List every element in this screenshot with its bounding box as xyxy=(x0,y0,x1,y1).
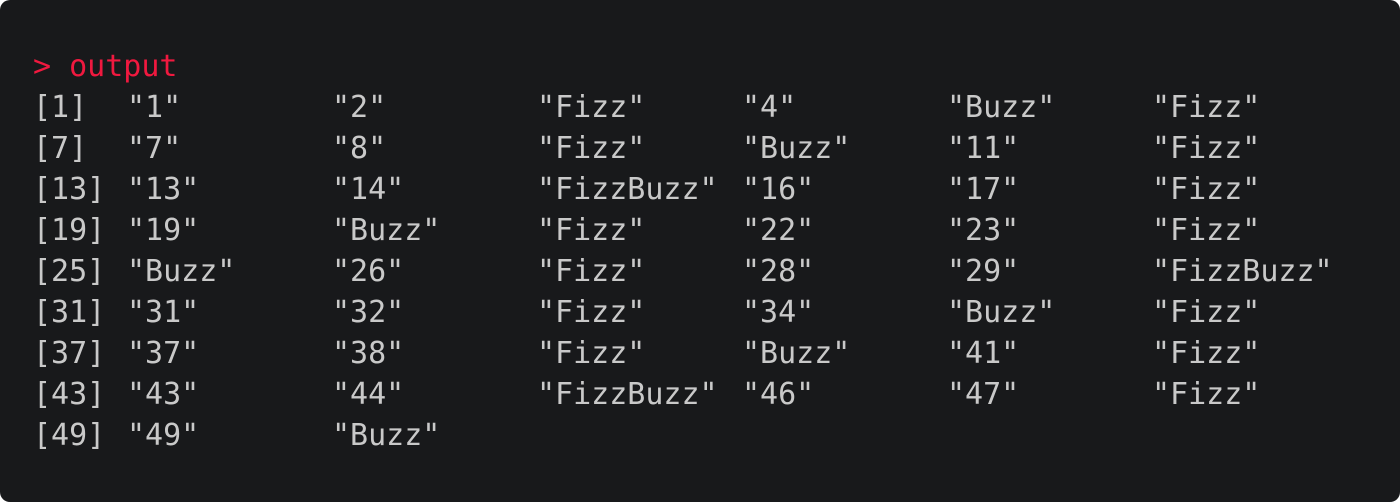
output-value: "32" xyxy=(332,295,405,330)
output-value: "1" xyxy=(127,90,182,125)
output-value: "28" xyxy=(742,254,815,289)
output-value: "22" xyxy=(742,213,815,248)
output-value: "43" xyxy=(127,377,200,412)
output-value: "Buzz" xyxy=(742,131,851,166)
output-value: "FizzBuzz" xyxy=(537,172,718,207)
output-value: "34" xyxy=(742,295,815,330)
row-index: [7] xyxy=(33,131,88,166)
output-row: [7] "7" "8" "Fizz" "Buzz" "11" "Fizz" xyxy=(33,128,1357,169)
output-row: [1] "1" "2" "Fizz" "4" "Buzz" "Fizz" xyxy=(33,87,1357,128)
row-index: [49] xyxy=(33,418,106,453)
output-value: "23" xyxy=(947,213,1020,248)
output-value: "47" xyxy=(947,377,1020,412)
output-value: "Fizz" xyxy=(1152,295,1261,330)
output-value: "31" xyxy=(127,295,200,330)
output-value: "Buzz" xyxy=(127,254,236,289)
output-value: "4" xyxy=(742,90,797,125)
prompt-line: > output xyxy=(33,46,1357,87)
output-value: "Buzz" xyxy=(947,295,1056,330)
row-index: [13] xyxy=(33,172,106,207)
output-value: "44" xyxy=(332,377,405,412)
output-value: "Fizz" xyxy=(1152,90,1261,125)
output-value: "37" xyxy=(127,336,200,371)
output-row: [31] "31" "32" "Fizz" "34" "Buzz" "Fizz" xyxy=(33,292,1357,333)
output-value: "Buzz" xyxy=(742,336,851,371)
output-row: [43] "43" "44" "FizzBuzz" "46" "47" "Fizz" xyxy=(33,374,1357,415)
output-value: "Fizz" xyxy=(1152,131,1261,166)
output-value: "29" xyxy=(947,254,1020,289)
output-value: "Buzz" xyxy=(332,418,441,453)
output-value: "8" xyxy=(332,131,387,166)
output-value: "Fizz" xyxy=(537,213,646,248)
output-value: "49" xyxy=(127,418,200,453)
output-value: "41" xyxy=(947,336,1020,371)
output-value: "Fizz" xyxy=(537,336,646,371)
output-value: "2" xyxy=(332,90,387,125)
output-value: "19" xyxy=(127,213,200,248)
output-row: [13] "13" "14" "FizzBuzz" "16" "17" "Fizz" xyxy=(33,169,1357,210)
output-value: "Fizz" xyxy=(537,131,646,166)
output-value: "Fizz" xyxy=(1152,213,1261,248)
output-value: "FizzBuzz" xyxy=(537,377,718,412)
prompt-symbol: > xyxy=(33,49,52,84)
output-value: "16" xyxy=(742,172,815,207)
row-index: [25] xyxy=(33,254,106,289)
output-row: [49] "49" "Buzz" xyxy=(33,415,1357,456)
console: > output [1] "1" "2" "Fizz" "4" "Buzz" "Fizz"[… xyxy=(33,46,1357,456)
output-value: "Fizz" xyxy=(1152,336,1261,371)
output-value: "11" xyxy=(947,131,1020,166)
row-index: [19] xyxy=(33,213,106,248)
output-value: "38" xyxy=(332,336,405,371)
output-value: "Buzz" xyxy=(332,213,441,248)
output-value: "46" xyxy=(742,377,815,412)
output-value: "17" xyxy=(947,172,1020,207)
output-value: "14" xyxy=(332,172,405,207)
output-value: "13" xyxy=(127,172,200,207)
output-value: "Fizz" xyxy=(1152,172,1261,207)
output-value: "Fizz" xyxy=(1152,377,1261,412)
output-row: [25] "Buzz" "26" "Fizz" "28" "29" "FizzBuzz" xyxy=(33,251,1357,292)
output-value: "Fizz" xyxy=(537,90,646,125)
output-value: "7" xyxy=(127,131,182,166)
row-index: [37] xyxy=(33,336,106,371)
row-index: [31] xyxy=(33,295,106,330)
prompt-command: output xyxy=(69,49,178,84)
output-value: "FizzBuzz" xyxy=(1152,254,1333,289)
console-output-panel: > output [1] "1" "2" "Fizz" "4" "Buzz" "Fizz"[… xyxy=(0,0,1400,502)
output-row: [37] "37" "38" "Fizz" "Buzz" "41" "Fizz" xyxy=(33,333,1357,374)
output-value: "Fizz" xyxy=(537,254,646,289)
output-value: "26" xyxy=(332,254,405,289)
output-row: [19] "19" "Buzz" "Fizz" "22" "23" "Fizz" xyxy=(33,210,1357,251)
output-value: "Fizz" xyxy=(537,295,646,330)
output-value: "Buzz" xyxy=(947,90,1056,125)
row-index: [1] xyxy=(33,90,88,125)
row-index: [43] xyxy=(33,377,106,412)
